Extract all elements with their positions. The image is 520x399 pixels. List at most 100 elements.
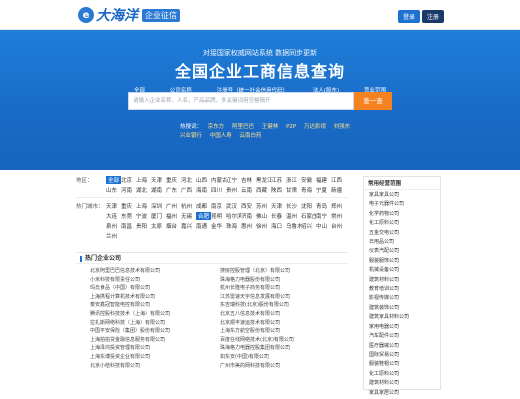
company-link[interactable]: 如东安(中国)有限公司 bbox=[220, 353, 350, 362]
company-link[interactable]: 广州市美的网科技有限公司 bbox=[220, 362, 350, 371]
hot-keyword[interactable]: P2P bbox=[286, 124, 296, 130]
business-scope-item[interactable]: 服装服饰公司 bbox=[369, 257, 435, 266]
city-option[interactable]: 宁波 bbox=[136, 212, 151, 220]
region-option[interactable]: 陕西 bbox=[271, 186, 286, 194]
region-option[interactable]: 浙江 bbox=[286, 176, 301, 184]
city-option[interactable]: 常州 bbox=[331, 212, 346, 220]
business-scope-item[interactable]: 化工原料公司 bbox=[369, 219, 435, 228]
hot-keyword[interactable]: 王健林 bbox=[262, 124, 279, 130]
company-link[interactable]: 百度在线网络技术(北京)有限公司 bbox=[220, 336, 350, 345]
region-option[interactable]: 吉林 bbox=[241, 176, 256, 184]
business-scope-item[interactable]: 化工原料公司 bbox=[369, 370, 435, 379]
region-option[interactable]: 天津 bbox=[151, 176, 166, 184]
region-option[interactable]: 江西 bbox=[331, 176, 346, 184]
city-option[interactable]: 石家庄 bbox=[301, 212, 316, 220]
city-option[interactable]: 郑州 bbox=[331, 202, 346, 210]
city-option[interactable]: 温州 bbox=[286, 212, 301, 220]
region-option[interactable]: 全部 bbox=[106, 176, 121, 184]
city-option[interactable]: 大连 bbox=[106, 212, 121, 220]
business-scope-item[interactable]: 电子元器件公司 bbox=[369, 200, 435, 209]
register-button[interactable]: 注册 bbox=[421, 10, 444, 23]
city-option[interactable]: 泉州 bbox=[106, 222, 121, 230]
city-option[interactable]: 长春 bbox=[271, 212, 286, 220]
business-scope-item[interactable]: 日用品公司 bbox=[369, 238, 435, 247]
city-option[interactable]: 惠州 bbox=[241, 222, 256, 230]
city-option[interactable]: 杭州 bbox=[181, 202, 196, 210]
hot-keyword[interactable]: 京东方 bbox=[208, 124, 225, 130]
city-option[interactable]: 天津 bbox=[271, 202, 286, 210]
region-option[interactable]: 黑龙江 bbox=[256, 176, 271, 184]
region-option[interactable]: 辽宁 bbox=[226, 176, 241, 184]
company-link[interactable]: 北京阿里巴巴信息技术有限公司 bbox=[90, 267, 220, 276]
region-option[interactable]: 北京 bbox=[121, 176, 136, 184]
company-link[interactable]: 搜房控股管理（北京）有限公司 bbox=[220, 267, 350, 276]
login-button[interactable]: 登录 bbox=[397, 10, 420, 23]
hot-keyword[interactable]: 兴业银行 bbox=[180, 133, 202, 139]
company-link[interactable]: 上海拍拍贷金融信息服务有限公司 bbox=[90, 336, 220, 345]
company-link[interactable]: 珠海格力电器控股集团有限公司 bbox=[220, 344, 350, 353]
region-option[interactable]: 西藏 bbox=[256, 186, 271, 194]
company-link[interactable]: 上海携程计算机技术有限公司 bbox=[90, 293, 220, 302]
business-scope-item[interactable]: 家具家具公司 bbox=[369, 191, 435, 200]
region-option[interactable]: 湖北 bbox=[136, 186, 151, 194]
city-option[interactable]: 中山 bbox=[316, 222, 331, 230]
business-scope-item[interactable]: 化学药物公司 bbox=[369, 210, 435, 219]
region-option[interactable]: 四川 bbox=[211, 186, 226, 194]
hot-keyword[interactable]: 云南白药 bbox=[240, 133, 262, 139]
search-input[interactable]: 请输入企业名称、人名，产品品牌，多关键词用空格隔开 bbox=[128, 92, 354, 110]
region-option[interactable]: 海南 bbox=[196, 186, 211, 194]
business-scope-item[interactable]: 仪表汽配公司 bbox=[369, 247, 435, 256]
city-option[interactable]: 徐州 bbox=[256, 222, 271, 230]
city-option[interactable]: 青岛 bbox=[316, 202, 331, 210]
region-option[interactable]: 河北 bbox=[181, 176, 196, 184]
company-link[interactable]: 上海东方航空股份有限公司 bbox=[220, 327, 350, 336]
city-option[interactable]: 南通 bbox=[196, 222, 211, 230]
city-option[interactable]: 海口 bbox=[271, 222, 286, 230]
business-scope-item[interactable]: 国际贸易公司 bbox=[369, 351, 435, 360]
business-scope-item[interactable]: 影视传媒公司 bbox=[369, 294, 435, 303]
city-option[interactable]: 济南 bbox=[241, 212, 256, 220]
company-link[interactable]: 上海东博投资企业有限公司 bbox=[90, 353, 220, 362]
company-link[interactable]: 杭州长隆电子商务有限公司 bbox=[220, 284, 350, 293]
hot-keyword[interactable]: 万达影视 bbox=[304, 124, 326, 130]
region-option[interactable]: 山西 bbox=[196, 176, 211, 184]
city-option[interactable]: 金华 bbox=[211, 222, 226, 230]
city-option[interactable]: 深圳 bbox=[151, 202, 166, 210]
city-option[interactable]: 南昌 bbox=[121, 222, 136, 230]
region-option[interactable]: 安徽 bbox=[301, 176, 316, 184]
company-link[interactable]: 玛氏食品（中国）有限公司 bbox=[90, 284, 220, 293]
city-option[interactable]: 昆明 bbox=[211, 212, 226, 220]
business-scope-item[interactable]: 建筑材料公司 bbox=[369, 379, 435, 388]
business-scope-item[interactable]: 五金交电公司 bbox=[369, 229, 435, 238]
region-option[interactable]: 河南 bbox=[121, 186, 136, 194]
logo[interactable]: e 大海洋 企业征信 bbox=[78, 5, 180, 25]
company-link[interactable]: 泰安鑫冠智能电控有限公司 bbox=[90, 301, 220, 310]
city-option[interactable]: 沈阳 bbox=[301, 202, 316, 210]
city-option[interactable]: 长沙 bbox=[286, 202, 301, 210]
city-option[interactable]: 上海 bbox=[136, 202, 151, 210]
hot-keyword[interactable]: 阿里巴巴 bbox=[232, 124, 254, 130]
region-option[interactable]: 广东 bbox=[166, 186, 181, 194]
city-option[interactable]: 兰州 bbox=[106, 232, 121, 240]
hot-keyword[interactable]: 刘强东 bbox=[334, 124, 351, 130]
company-link[interactable]: 上海泽鸿投资管理有限公司 bbox=[90, 344, 220, 353]
company-link[interactable]: 中国平安保险（集团）股份有限公司 bbox=[90, 327, 220, 336]
city-option[interactable]: 嘉兴 bbox=[181, 222, 196, 230]
region-option[interactable]: 贵州 bbox=[226, 186, 241, 194]
city-option[interactable]: 苏州 bbox=[256, 202, 271, 210]
region-option[interactable]: 青海 bbox=[301, 186, 316, 194]
city-option[interactable]: 天津 bbox=[106, 202, 121, 210]
city-option[interactable]: 厦门 bbox=[151, 212, 166, 220]
company-link[interactable]: 腾讯控股科技技术（上海）有限公司 bbox=[90, 310, 220, 319]
business-scope-item[interactable]: 建筑家具材料公司 bbox=[369, 313, 435, 322]
region-option[interactable]: 甘肃 bbox=[286, 186, 301, 194]
company-link[interactable]: 珠海格力电器股份有限公司 bbox=[220, 276, 350, 285]
city-option[interactable]: 武汉 bbox=[226, 202, 241, 210]
region-option[interactable]: 福建 bbox=[316, 176, 331, 184]
city-option[interactable]: 乌鲁木齐 bbox=[286, 222, 301, 230]
city-option[interactable]: 广州 bbox=[166, 202, 181, 210]
business-scope-item[interactable]: 家用电器公司 bbox=[369, 323, 435, 332]
city-option[interactable]: 无锡 bbox=[181, 212, 196, 220]
hot-keyword[interactable]: 中国人寿 bbox=[210, 133, 232, 139]
city-option[interactable]: 南京 bbox=[211, 202, 226, 210]
